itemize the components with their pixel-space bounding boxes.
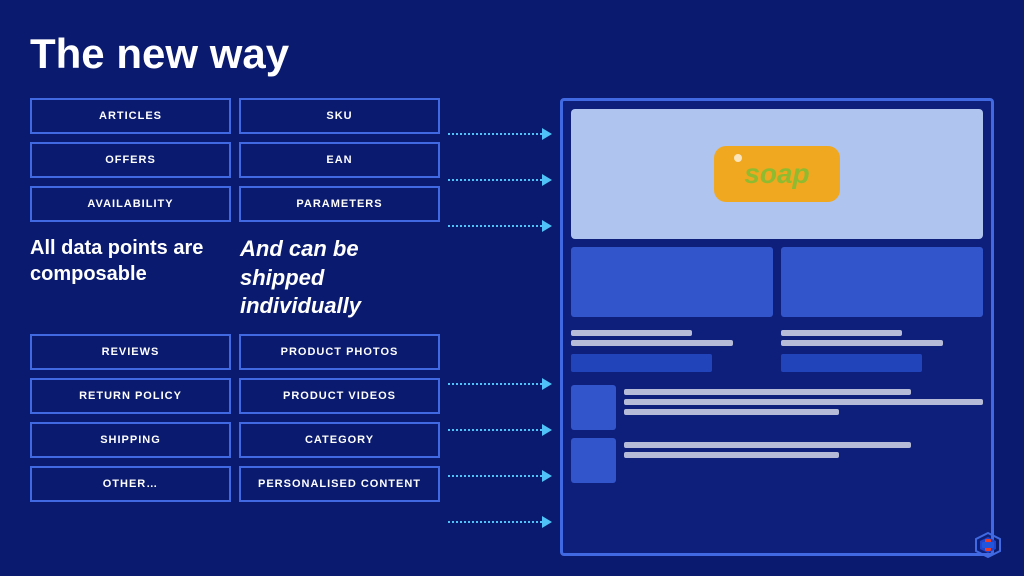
offers-box: OFFERS bbox=[30, 142, 231, 178]
product-photos-box: PRODUCT PHOTOS bbox=[239, 334, 440, 370]
mock-image-2 bbox=[781, 247, 983, 317]
mock-line-6 bbox=[624, 399, 983, 405]
dotted-arrow-7 bbox=[448, 516, 552, 528]
slide: The new way ARTICLES SKU OFFERS EAN AVAI… bbox=[0, 0, 1024, 576]
arrow-head-3 bbox=[542, 220, 552, 232]
mock-text-section bbox=[571, 325, 983, 377]
dotted-arrow-4 bbox=[448, 378, 552, 390]
arrow-head-1 bbox=[542, 128, 552, 140]
dotted-line-7 bbox=[448, 521, 542, 523]
dotted-arrow-1 bbox=[448, 128, 552, 140]
dotted-line-4 bbox=[448, 383, 542, 385]
category-box: CATEGORY bbox=[239, 422, 440, 458]
arrow-row-6 bbox=[448, 457, 552, 495]
ean-box: EAN bbox=[239, 142, 440, 178]
arrow-row-2 bbox=[448, 161, 552, 199]
sku-box: SKU bbox=[239, 98, 440, 134]
arrow-row-7 bbox=[448, 503, 552, 541]
mock-lines-left bbox=[571, 325, 773, 377]
mock-line-7 bbox=[624, 409, 839, 415]
dotted-arrow-6 bbox=[448, 470, 552, 482]
shipping-box: SHIPPING bbox=[30, 422, 231, 458]
reviews-box: REVIEWS bbox=[30, 334, 231, 370]
mock-ui: soap bbox=[560, 98, 994, 556]
top-grid: ARTICLES SKU OFFERS EAN AVAILABILITY PAR… bbox=[30, 98, 440, 222]
availability-box: AVAILABILITY bbox=[30, 186, 231, 222]
page-title: The new way bbox=[30, 30, 994, 78]
boxes-section: ARTICLES SKU OFFERS EAN AVAILABILITY PAR… bbox=[30, 98, 440, 556]
mock-small-image-1 bbox=[571, 385, 616, 430]
mock-row-2-text bbox=[624, 438, 983, 458]
mock-lines-right bbox=[781, 325, 983, 377]
dotted-arrow-3 bbox=[448, 220, 552, 232]
other-box: OTHER… bbox=[30, 466, 231, 502]
mock-button-1 bbox=[571, 354, 712, 372]
dotted-line-2 bbox=[448, 179, 542, 181]
soap-highlight bbox=[734, 154, 742, 162]
dotted-arrow-2 bbox=[448, 174, 552, 186]
arrow-head-2 bbox=[542, 174, 552, 186]
arrow-head-6 bbox=[542, 470, 552, 482]
arrow-row-4 bbox=[448, 365, 552, 403]
arrow-head-7 bbox=[542, 516, 552, 528]
content-area: ARTICLES SKU OFFERS EAN AVAILABILITY PAR… bbox=[30, 98, 994, 556]
mock-line-9 bbox=[624, 452, 839, 458]
mock-line-2 bbox=[571, 340, 733, 346]
shipped-text: And can be shipped individually bbox=[240, 235, 440, 321]
logo bbox=[972, 529, 1004, 561]
arrow-row-1 bbox=[448, 115, 552, 153]
product-videos-box: PRODUCT VIDEOS bbox=[239, 378, 440, 414]
mock-line-4 bbox=[781, 340, 943, 346]
mock-row-1-text bbox=[624, 385, 983, 415]
mock-hero-image: soap bbox=[571, 109, 983, 239]
arrow-row-3 bbox=[448, 207, 552, 245]
return-policy-box: RETURN POLICY bbox=[30, 378, 231, 414]
dotted-arrow-5 bbox=[448, 424, 552, 436]
mock-line-5 bbox=[624, 389, 911, 395]
mock-row-1 bbox=[571, 385, 983, 430]
bottom-arrows bbox=[448, 365, 552, 541]
articles-box: ARTICLES bbox=[30, 98, 231, 134]
parameters-box: PARAMETERS bbox=[239, 186, 440, 222]
dotted-line-6 bbox=[448, 475, 542, 477]
mock-two-col bbox=[571, 247, 983, 317]
mock-button-2 bbox=[781, 354, 922, 372]
personalised-content-box: PERSONALISED CONTENT bbox=[239, 466, 440, 502]
arrows-section bbox=[440, 98, 560, 556]
mock-image-1 bbox=[571, 247, 773, 317]
arrow-row-5 bbox=[448, 411, 552, 449]
arrow-spacer bbox=[448, 274, 552, 336]
logo-icon bbox=[972, 529, 1004, 561]
mock-row-2 bbox=[571, 438, 983, 483]
soap-label: soap bbox=[744, 158, 809, 189]
mock-small-image-2 bbox=[571, 438, 616, 483]
arrow-head-5 bbox=[542, 424, 552, 436]
dotted-line-1 bbox=[448, 133, 542, 135]
composable-text: All data points are composable bbox=[30, 235, 220, 287]
arrow-head-4 bbox=[542, 378, 552, 390]
bottom-grid: REVIEWS PRODUCT PHOTOS RETURN POLICY PRO… bbox=[30, 334, 440, 502]
dotted-line-5 bbox=[448, 429, 542, 431]
mock-line-8 bbox=[624, 442, 911, 448]
soap-product: soap bbox=[714, 146, 839, 202]
dotted-line-3 bbox=[448, 225, 542, 227]
middle-text-row: All data points are composable And can b… bbox=[30, 230, 440, 326]
mock-line-3 bbox=[781, 330, 902, 336]
top-arrows bbox=[448, 115, 552, 245]
mock-line-1 bbox=[571, 330, 692, 336]
